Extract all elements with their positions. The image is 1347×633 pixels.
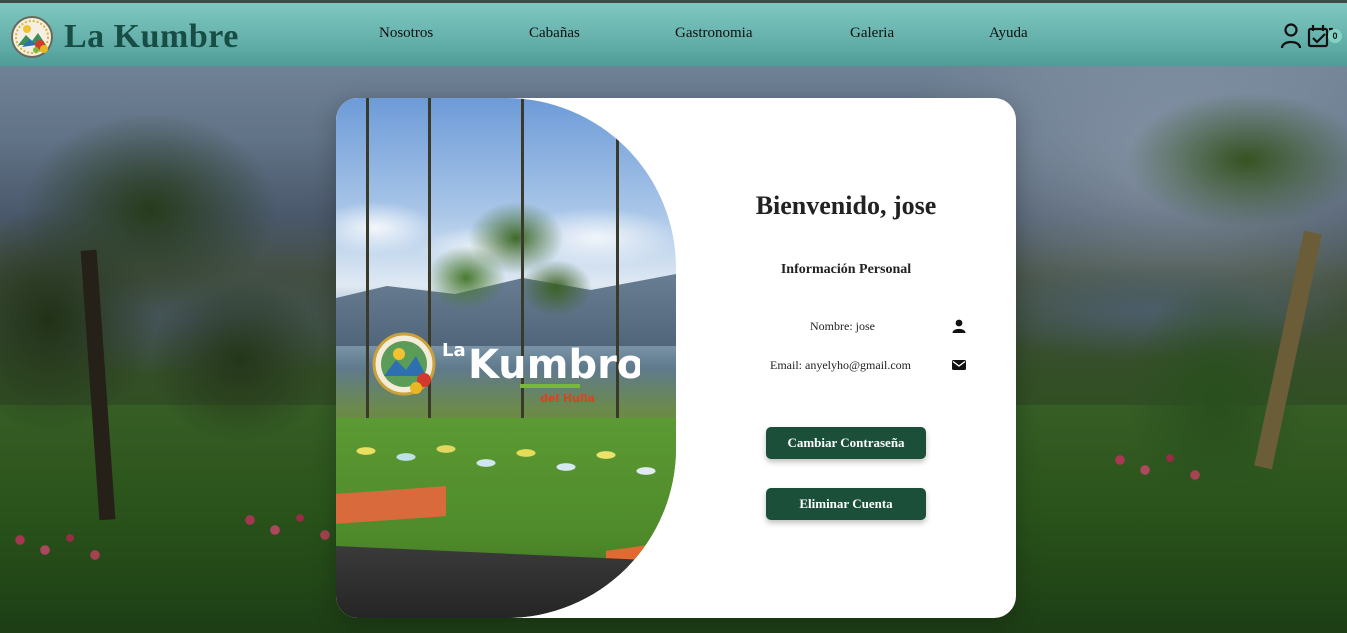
nav-link-cabanas[interactable]: Cabañas bbox=[529, 25, 580, 42]
sign-text-small: La bbox=[442, 340, 466, 361]
nav-link-gastronomia[interactable]: Gastronomia bbox=[675, 25, 752, 42]
nav-link-ayuda[interactable]: Ayuda bbox=[989, 25, 1028, 42]
lodge-photo: La Kumbro del Huila bbox=[336, 98, 676, 618]
delete-account-button[interactable]: Eliminar Cuenta bbox=[766, 488, 926, 520]
name-info: Nombre: jose bbox=[810, 319, 875, 333]
main-nav: Nosotros Cabañas Gastronomia Galeria Ayu… bbox=[0, 3, 1347, 69]
email-info: Email: anyelyho@gmail.com bbox=[770, 358, 912, 372]
profile-card: La Kumbro del Huila Bienvenido, jose Inf… bbox=[336, 98, 1016, 618]
nav-link-galeria[interactable]: Galeria bbox=[850, 25, 894, 42]
top-header: La Kumbre Nosotros Cabañas Gastronomia G… bbox=[0, 0, 1347, 66]
photo-stepping-stones bbox=[346, 443, 666, 483]
user-icon[interactable] bbox=[1280, 23, 1302, 49]
nav-link-nosotros[interactable]: Nosotros bbox=[379, 25, 433, 42]
sign-text-sub: del Huila bbox=[540, 392, 595, 405]
change-password-button[interactable]: Cambiar Contraseña bbox=[766, 427, 926, 459]
sign-text-main: Kumbro bbox=[468, 342, 640, 388]
welcome-heading: Bienvenido, jose bbox=[755, 191, 937, 220]
kumbre-sign-logo: La Kumbro del Huila bbox=[372, 332, 640, 405]
person-icon bbox=[952, 319, 966, 333]
photo-tree bbox=[396, 178, 596, 348]
cart-count-badge: 0 bbox=[1328, 29, 1342, 43]
personal-info-title: Información Personal bbox=[780, 262, 912, 277]
mail-icon bbox=[952, 360, 966, 370]
photo-vine bbox=[366, 98, 369, 458]
